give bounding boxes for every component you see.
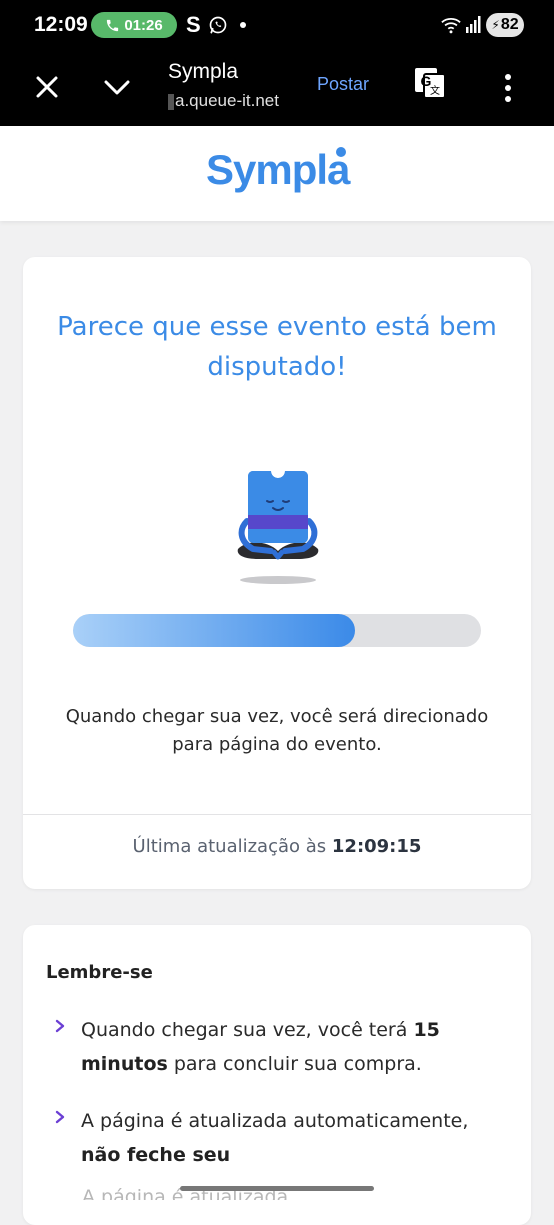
battery-indicator: ⚡ 82	[486, 13, 524, 37]
signal-icon	[466, 16, 481, 33]
item1-text-end: para concluir sua compra.	[167, 1053, 422, 1075]
last-update-time: 12:09:15	[331, 836, 422, 857]
queue-progress-fill	[73, 614, 355, 647]
logo-dot-icon	[336, 147, 346, 157]
status-bar: 12:09 01:26 S ⚡ 82	[0, 0, 554, 50]
url-text: a.queue-it.net	[175, 91, 279, 110]
meditating-ticket-mascot-icon	[237, 471, 319, 584]
chevron-right-icon	[55, 1110, 65, 1124]
queue-message: Quando chegar sua vez, você será direcio…	[65, 706, 489, 755]
last-update-line: Última atualização às 12:09:15	[23, 836, 531, 857]
remember-title: Lembre-se	[46, 962, 153, 983]
ongoing-call-pill[interactable]: 01:26	[91, 12, 177, 38]
whatsapp-icon	[209, 16, 227, 34]
phone-icon	[107, 19, 119, 31]
notification-dot-icon	[240, 22, 246, 28]
list-item-text: Quando chegar sua vez, você terá 15 minu…	[81, 1013, 481, 1081]
app-notification-s-icon: S	[186, 12, 201, 37]
postar-button[interactable]: Postar	[317, 74, 369, 95]
gesture-home-bar[interactable]	[180, 1186, 374, 1191]
card-divider	[23, 814, 531, 815]
item1-text: Quando chegar sua vez, você terá	[81, 1019, 414, 1041]
list-item-text: A página é atualizada automaticamente, n…	[81, 1104, 481, 1172]
battery-level: 82	[500, 16, 519, 33]
status-time: 12:09	[34, 13, 88, 36]
browser-toolbar: Sympla a.queue-it.net Postar G 文	[0, 50, 554, 126]
remember-card: Lembre-se Quando chegar sua vez, você te…	[23, 925, 531, 1225]
call-duration: 01:26	[124, 16, 163, 34]
url-fade	[168, 93, 174, 110]
close-icon[interactable]	[30, 70, 64, 104]
chevron-right-icon	[55, 1019, 65, 1033]
queue-progress-bar	[73, 614, 481, 647]
sympla-logo[interactable]: Sympla	[206, 146, 350, 194]
page-url: a.queue-it.net	[168, 91, 279, 111]
chevron-down-icon[interactable]	[100, 70, 134, 104]
site-header: Sympla	[0, 126, 554, 221]
item2-bold: não feche seu	[81, 1144, 231, 1166]
translate-icon[interactable]: G 文	[413, 66, 447, 100]
queue-card: Parece que esse evento está bem disputad…	[23, 257, 531, 889]
svg-text:文: 文	[430, 84, 440, 97]
queue-headline: Parece que esse evento está bem disputad…	[57, 312, 497, 382]
charging-bolt-icon: ⚡	[491, 18, 500, 32]
more-options-icon[interactable]	[497, 70, 519, 106]
last-update-label: Última atualização às	[132, 836, 327, 857]
item2-text: A página é atualizada automaticamente,	[81, 1110, 469, 1132]
wifi-icon	[441, 17, 461, 34]
page-title: Sympla	[168, 60, 239, 83]
